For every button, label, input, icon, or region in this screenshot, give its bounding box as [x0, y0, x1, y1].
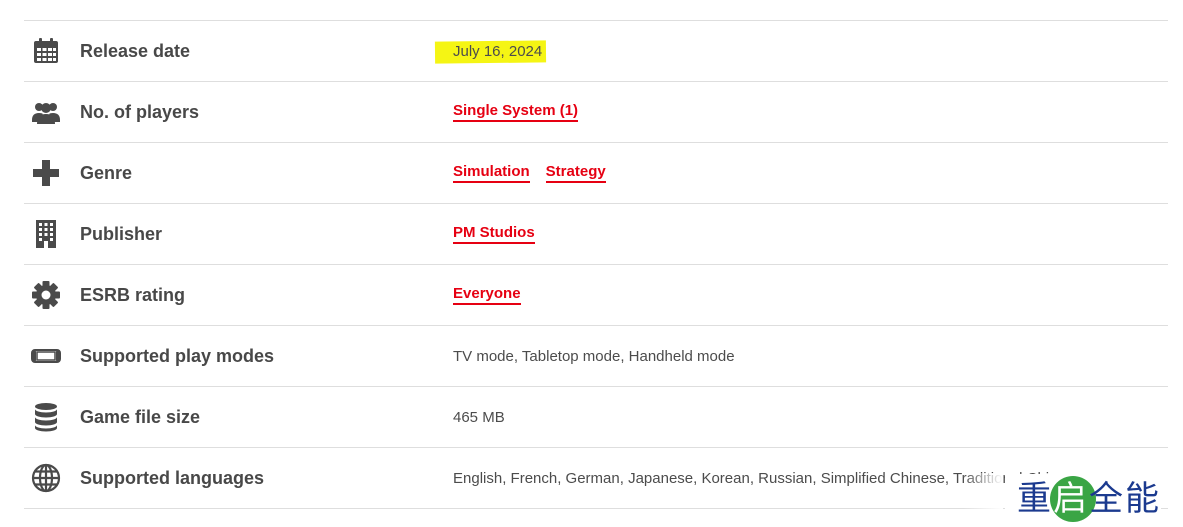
- file-size-label: Game file size: [80, 407, 201, 427]
- building-icon: [31, 219, 61, 249]
- watermark-char-3: 全: [1089, 479, 1125, 519]
- gear-icon: [31, 280, 61, 310]
- publisher-label: Publisher: [80, 224, 163, 244]
- esrb-value: Everyone: [453, 265, 521, 325]
- genre-link-simulation[interactable]: Simulation: [453, 163, 530, 183]
- globe-icon: [31, 463, 61, 493]
- file-size-value: 465 MB: [453, 408, 505, 426]
- release-date-label: Release date: [80, 41, 191, 61]
- genre-label: Genre: [80, 163, 133, 183]
- row-play-modes: Supported play modes TV mode, Tabletop m…: [24, 326, 1168, 387]
- row-players: No. of players Single System (1): [24, 82, 1168, 143]
- genre-value: Simulation Strategy: [453, 143, 606, 203]
- game-info-list: Release date July 16, 2024 No. of player…: [24, 20, 1168, 509]
- play-modes-label: Supported play modes: [80, 346, 275, 366]
- publisher-value: PM Studios: [453, 204, 535, 264]
- highlight-marker: July 16, 2024: [434, 39, 547, 64]
- watermark: 重启全能: [981, 473, 1161, 525]
- genre-link-strategy[interactable]: Strategy: [545, 163, 606, 183]
- row-release-date: Release date July 16, 2024: [24, 21, 1168, 82]
- row-genre: Genre Simulation Strategy: [24, 143, 1168, 204]
- release-date-value: July 16, 2024: [434, 21, 547, 81]
- release-date-text: July 16, 2024: [453, 42, 543, 60]
- console-icon: [31, 341, 61, 371]
- row-esrb: ESRB rating Everyone: [24, 265, 1168, 326]
- players-label: No. of players: [80, 102, 200, 122]
- players-value: Single System (1): [453, 82, 579, 142]
- esrb-label: ESRB rating: [80, 285, 186, 305]
- esrb-link[interactable]: Everyone: [453, 285, 521, 305]
- play-modes-value: TV mode, Tabletop mode, Handheld mode: [453, 347, 735, 365]
- database-icon: [31, 402, 61, 432]
- watermark-char-2: 启: [1053, 479, 1089, 519]
- dpad-icon: [31, 158, 61, 188]
- publisher-link[interactable]: PM Studios: [453, 224, 535, 244]
- row-file-size: Game file size 465 MB: [24, 387, 1168, 448]
- players-icon: [31, 97, 61, 127]
- languages-label: Supported languages: [80, 468, 265, 488]
- row-publisher: Publisher PM Studios: [24, 204, 1168, 265]
- calendar-icon: [31, 36, 61, 66]
- watermark-char-4: 能: [1125, 479, 1161, 519]
- watermark-char-1: 重: [1017, 479, 1053, 519]
- players-link[interactable]: Single System (1): [453, 102, 579, 122]
- watermark-logo: 重启全能: [1005, 474, 1161, 524]
